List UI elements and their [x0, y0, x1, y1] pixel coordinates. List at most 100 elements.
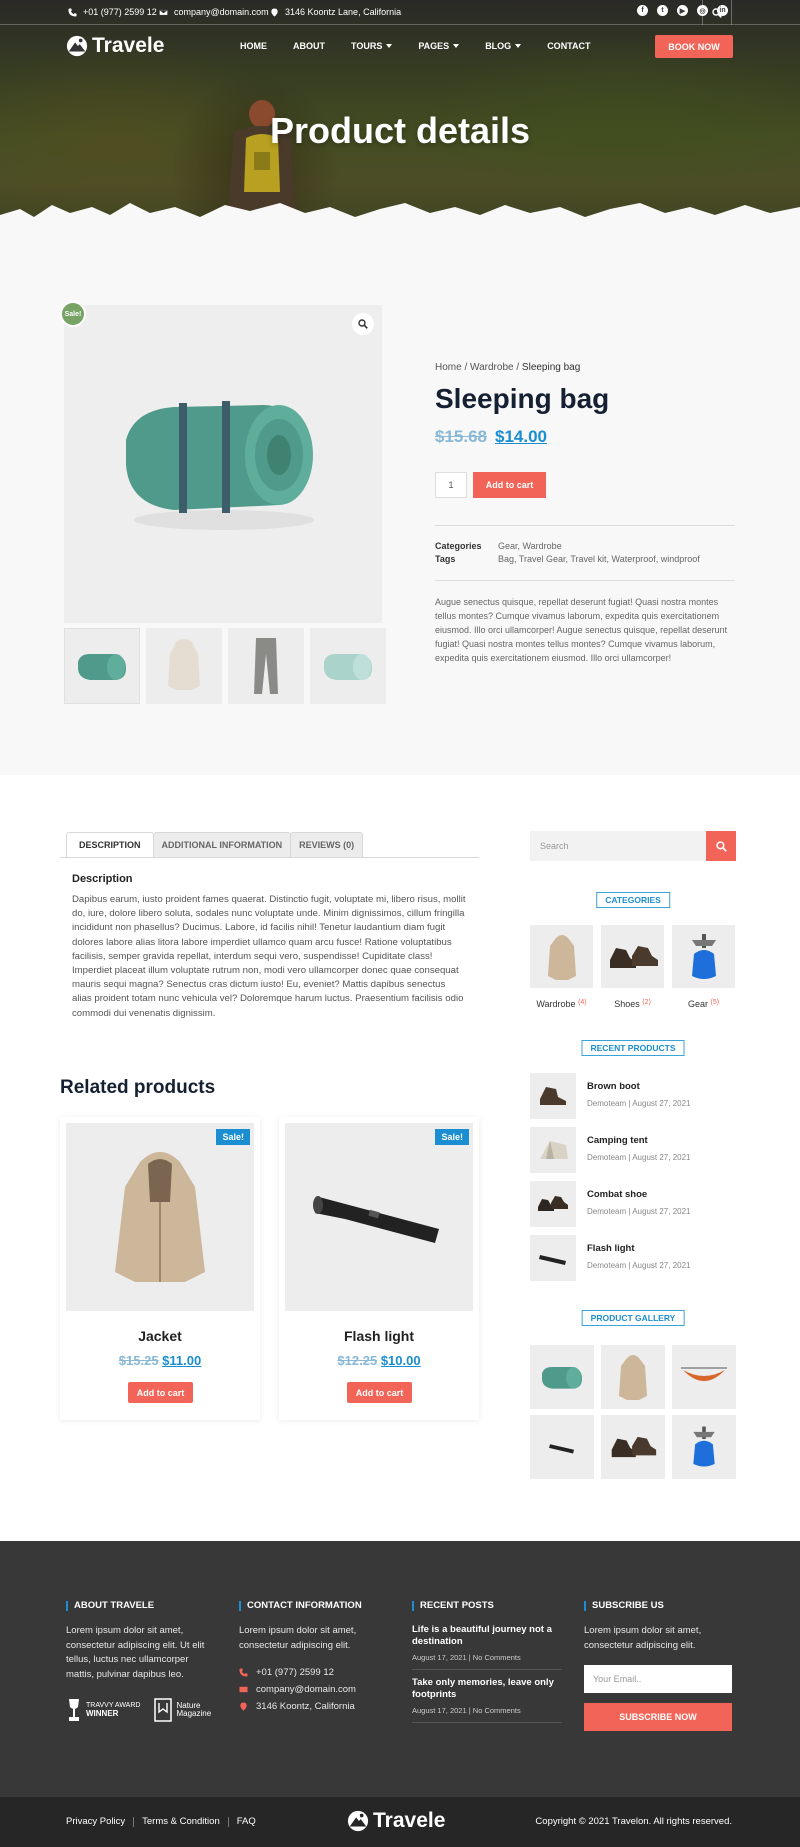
breadcrumb-home[interactable]: Home	[435, 362, 462, 373]
recent-product-name[interactable]: Camping tent	[587, 1135, 648, 1146]
category-image[interactable]	[672, 925, 735, 988]
footer-phone[interactable]: +01 (977) 2599 12	[239, 1667, 389, 1678]
footer-email[interactable]: company@domain.com	[239, 1684, 389, 1695]
quantity-input[interactable]: 1	[435, 472, 467, 498]
zoom-button[interactable]	[352, 313, 374, 335]
tab-additional-information[interactable]: ADDITIONAL INFORMATION	[152, 832, 292, 857]
add-to-cart-button[interactable]: Add to cart	[128, 1382, 193, 1403]
book-now-button[interactable]: BOOK NOW	[655, 35, 733, 58]
sidebar-search-button[interactable]	[706, 831, 736, 861]
nav-item-about[interactable]: ABOUT	[293, 41, 325, 51]
recent-product-item[interactable]: Camping tent Demoteam | August 27, 2021	[530, 1127, 740, 1173]
sleeping-bag-thumb	[324, 654, 372, 680]
category-image[interactable]	[601, 925, 664, 988]
nav-item-blog[interactable]: BLOG	[485, 41, 522, 51]
footer-post[interactable]: Life is a beautiful journey not a destin…	[412, 1624, 562, 1670]
add-to-cart-button[interactable]: Add to cart	[347, 1382, 412, 1403]
meta-separator: |	[468, 1706, 471, 1715]
phone-icon	[68, 7, 77, 17]
topbar-phone-text: +01 (977) 2599 12	[83, 7, 157, 17]
sleeping-bag-thumb	[78, 654, 126, 680]
related-product-image[interactable]	[285, 1123, 473, 1311]
thumbnail-pants[interactable]	[228, 628, 304, 704]
footer-phone-text: +01 (977) 2599 12	[256, 1667, 334, 1678]
tab-description[interactable]: DESCRIPTION	[66, 832, 154, 857]
footer-post[interactable]: Take only memories, leave only footprint…	[412, 1677, 562, 1723]
search-icon	[358, 319, 368, 329]
recent-product-name[interactable]: Flash light	[587, 1243, 635, 1254]
gallery-item[interactable]	[672, 1415, 736, 1479]
thumbnail-sleeping-bag[interactable]	[64, 628, 140, 704]
topbar-phone[interactable]: +01 (977) 2599 12	[68, 7, 157, 17]
privacy-policy-link[interactable]: Privacy Policy	[66, 1816, 125, 1827]
recent-product-image[interactable]	[530, 1073, 576, 1119]
old-price: $15.68	[435, 427, 487, 446]
terms-link[interactable]: Terms & Condition	[142, 1816, 220, 1827]
footer-post-comments[interactable]: No Comments	[473, 1706, 521, 1715]
thumbnail-sleeping-bag-alt[interactable]	[310, 628, 386, 704]
chevron-down-icon	[453, 44, 460, 48]
gallery-item[interactable]	[601, 1415, 665, 1479]
trophy-icon	[69, 1699, 79, 1721]
recent-product-name[interactable]: Combat shoe	[587, 1189, 647, 1200]
categories-value[interactable]: Gear, Wardrobe	[498, 541, 562, 551]
nav-item-home[interactable]: HOME	[240, 41, 267, 51]
tags-value[interactable]: Bag, Travel Gear, Travel kit, Waterproof…	[498, 554, 700, 564]
tab-reviews[interactable]: REVIEWS (0)	[290, 832, 364, 857]
facebook-icon[interactable]: f	[637, 5, 648, 16]
product-main-image[interactable]	[64, 305, 382, 623]
footer-post-comments[interactable]: No Comments	[473, 1653, 521, 1662]
footer-post-title[interactable]: Take only memories, leave only footprint…	[412, 1677, 562, 1701]
gallery-item[interactable]	[672, 1345, 736, 1409]
recent-product-item[interactable]: Combat shoe Demoteam | August 27, 2021	[530, 1181, 740, 1227]
category-item-shoes[interactable]: Shoes (2)	[601, 925, 664, 1009]
gallery-item[interactable]	[530, 1345, 594, 1409]
product-title: Sleeping bag	[435, 383, 610, 414]
recent-product-item[interactable]: Brown boot Demoteam | August 27, 2021	[530, 1073, 740, 1119]
nav-item-tours[interactable]: TOURS	[351, 41, 393, 51]
subscribe-button[interactable]: SUBSCRIBE NOW	[584, 1703, 732, 1731]
sidebar-search-input[interactable]: Search	[530, 831, 706, 861]
recent-product-image[interactable]	[530, 1181, 576, 1227]
footer-post-title[interactable]: Life is a beautiful journey not a destin…	[412, 1624, 562, 1648]
related-product-image[interactable]	[66, 1123, 254, 1311]
footer-posts-title: RECENT POSTS	[412, 1601, 562, 1611]
site-logo[interactable]: Travele	[66, 34, 164, 58]
sale-price: $11.00	[162, 1353, 202, 1368]
related-product-card[interactable]: Sale! Jacket $15.25 $11.00 Add to cart	[60, 1117, 260, 1420]
topbar-search-button[interactable]	[702, 0, 732, 25]
related-product-price: $12.25 $10.00	[279, 1353, 479, 1368]
youtube-icon[interactable]: ▶	[677, 5, 688, 16]
legal-links: Privacy Policy Terms & Condition FAQ	[66, 1816, 256, 1827]
twitter-icon[interactable]: t	[657, 5, 668, 16]
gallery-item[interactable]	[530, 1415, 594, 1479]
link-separator	[227, 1816, 229, 1827]
recent-product-item[interactable]: Flash light Demoteam | August 27, 2021	[530, 1235, 740, 1281]
mail-icon	[159, 9, 168, 15]
nav-item-contact[interactable]: CONTACT	[547, 41, 590, 51]
map-pin-icon	[271, 7, 278, 17]
footer-logo[interactable]: Travele	[347, 1809, 445, 1833]
email-input[interactable]: Your Email..	[584, 1665, 732, 1693]
category-image[interactable]	[530, 925, 593, 988]
related-product-name[interactable]: Flash light	[279, 1328, 479, 1344]
related-product-name[interactable]: Jacket	[60, 1328, 260, 1344]
topbar-email[interactable]: company@domain.com	[159, 7, 269, 17]
thumbnail-jacket[interactable]	[146, 628, 222, 704]
related-product-card[interactable]: Sale! Flash light $12.25 $10.00 Add to c…	[279, 1117, 479, 1420]
recent-product-name[interactable]: Brown boot	[587, 1081, 640, 1092]
recent-product-image[interactable]	[530, 1127, 576, 1173]
footer-contact-title: CONTACT INFORMATION	[239, 1601, 389, 1611]
recent-product-date: August 27, 2021	[632, 1153, 691, 1162]
breadcrumb-separator: /	[461, 362, 471, 373]
category-item-gear[interactable]: Gear (5)	[672, 925, 735, 1009]
footer-address-text: 3146 Koontz, California	[256, 1701, 355, 1712]
faq-link[interactable]: FAQ	[237, 1816, 256, 1827]
gallery-item[interactable]	[601, 1345, 665, 1409]
product-section: Sale! Home / Wardrobe / Sleeping bag Sle…	[0, 245, 800, 775]
recent-product-image[interactable]	[530, 1235, 576, 1281]
add-to-cart-button[interactable]: Add to cart	[473, 472, 546, 498]
breadcrumb-category[interactable]: Wardrobe	[470, 362, 514, 373]
nav-item-pages[interactable]: PAGES	[418, 41, 460, 51]
category-item-wardrobe[interactable]: Wardrobe (4)	[530, 925, 593, 1009]
